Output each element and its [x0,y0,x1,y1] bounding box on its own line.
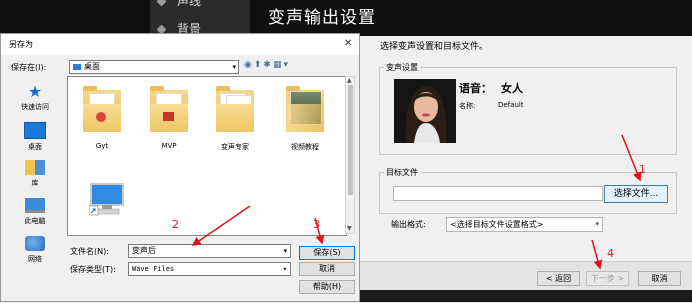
annotation-number: 3 [313,218,320,231]
annotation-number: 2 [172,218,179,231]
annotation-arrows [191,134,642,270]
annotation-arrow-1 [621,134,642,182]
annotation-arrow-2 [191,205,251,246]
annotation-number: 1 [639,163,646,176]
annotation-arrow-4 [591,239,603,270]
annotation-number: 4 [607,247,614,260]
